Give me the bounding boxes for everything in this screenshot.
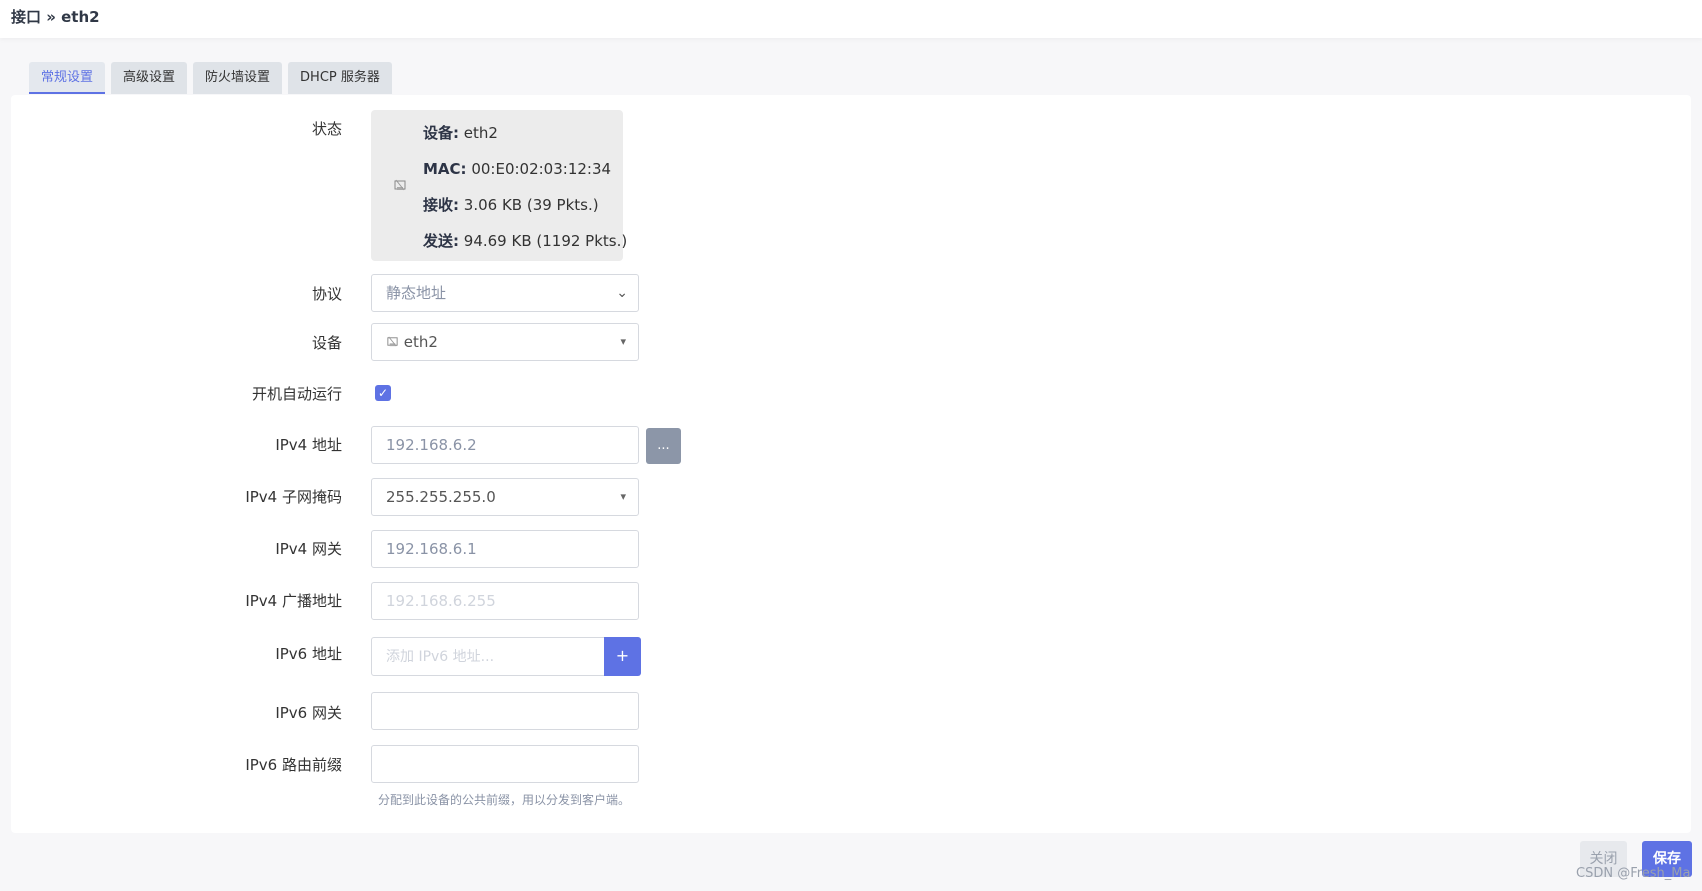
caret-down-icon: ▾ — [620, 490, 626, 503]
ipv4-netmask-select[interactable]: 255.255.255.0 ▾ — [371, 478, 639, 516]
ipv4-address-label: IPv4 地址 — [275, 436, 342, 454]
checkmark-icon: ✓ — [377, 386, 389, 400]
ipv4-netmask-label: IPv4 子网掩码 — [245, 488, 342, 506]
ipv4-address-value: 192.168.6.2 — [386, 436, 477, 454]
chevron-down-icon: ⌄ — [616, 285, 628, 301]
tab-advanced-settings[interactable]: 高级设置 — [111, 62, 188, 94]
ipv4-address-input[interactable]: 192.168.6.2 — [371, 426, 639, 464]
protocol-label: 协议 — [311, 285, 342, 303]
autostart-checkbox[interactable]: ✓ — [375, 385, 391, 401]
ipv6-address-label: IPv6 地址 — [275, 645, 342, 663]
status-rx-line: 接收: 3.06 KB (39 Pkts.) — [423, 193, 627, 229]
ipv6-prefix-hint: 分配到此设备的公共前缀，用以分发到客户端。 — [378, 793, 631, 807]
ipv6-prefix-input[interactable] — [371, 745, 639, 783]
status-label: 状态 — [311, 120, 342, 138]
ethernet-port-icon — [387, 336, 398, 347]
ipv6-gateway-label: IPv6 网关 — [275, 704, 342, 722]
tab-firewall-settings[interactable]: 防火墙设置 — [193, 62, 283, 94]
breadcrumb: 接口 » eth2 — [11, 8, 100, 26]
ipv4-gateway-label: IPv4 网关 — [275, 540, 342, 558]
status-tx-line: 发送: 94.69 KB (1192 Pkts.) — [423, 229, 627, 265]
status-rx-key: 接收: — [423, 196, 459, 214]
top-bar: 接口 » eth2 — [0, 0, 1702, 38]
ipv4-gateway-input[interactable]: 192.168.6.1 — [371, 530, 639, 568]
protocol-select[interactable]: 静态地址 ⌄ — [371, 274, 639, 312]
ipv4-netmask-value: 255.255.255.0 — [386, 488, 496, 506]
ipv6-prefix-label: IPv6 路由前缀 — [245, 756, 342, 774]
tab-bar: 常规设置 高级设置 防火墙设置 DHCP 服务器 — [29, 62, 398, 94]
status-mac-value: 00:E0:02:03:12:34 — [471, 160, 612, 178]
caret-down-icon: ▾ — [620, 335, 626, 348]
status-rx-value: 3.06 KB (39 Pkts.) — [463, 196, 599, 214]
device-label: 设备 — [311, 334, 342, 352]
status-mac-line: MAC: 00:E0:02:03:12:34 — [423, 157, 627, 193]
protocol-value: 静态地址 — [386, 284, 447, 302]
status-box: 设备: eth2 MAC: 00:E0:02:03:12:34 接收: 3.06… — [371, 110, 627, 261]
tab-dhcp-server[interactable]: DHCP 服务器 — [288, 62, 392, 94]
ipv4-gateway-value: 192.168.6.1 — [386, 540, 477, 558]
autostart-label: 开机自动运行 — [251, 385, 342, 403]
tab-general-settings[interactable]: 常规设置 — [29, 62, 106, 94]
ipv4-address-more-button[interactable]: ... — [646, 428, 681, 464]
device-value: eth2 — [403, 333, 438, 351]
ipv4-broadcast-label: IPv4 广播地址 — [245, 592, 342, 610]
add-ipv6-address-button[interactable]: + — [604, 637, 641, 676]
ipv4-broadcast-input[interactable]: 192.168.6.255 — [371, 582, 639, 620]
ipv6-address-placeholder: 添加 IPv6 地址... — [386, 649, 495, 665]
ipv4-broadcast-placeholder: 192.168.6.255 — [386, 592, 496, 610]
device-select[interactable]: eth2 ▾ — [371, 323, 639, 361]
settings-card — [11, 95, 1691, 833]
ipv6-gateway-input[interactable] — [371, 692, 639, 730]
status-mac-key: MAC: — [423, 160, 467, 178]
status-device-value: eth2 — [463, 124, 498, 142]
status-device-line: 设备: eth2 — [423, 121, 627, 157]
status-tx-key: 发送: — [423, 232, 459, 250]
status-tx-value: 94.69 KB (1192 Pkts.) — [463, 232, 628, 250]
watermark: CSDN @Fresh_Ma — [1576, 866, 1691, 881]
ethernet-port-icon — [394, 179, 406, 191]
status-device-key: 设备: — [423, 124, 459, 142]
ipv6-address-input[interactable]: 添加 IPv6 地址... — [371, 637, 605, 676]
